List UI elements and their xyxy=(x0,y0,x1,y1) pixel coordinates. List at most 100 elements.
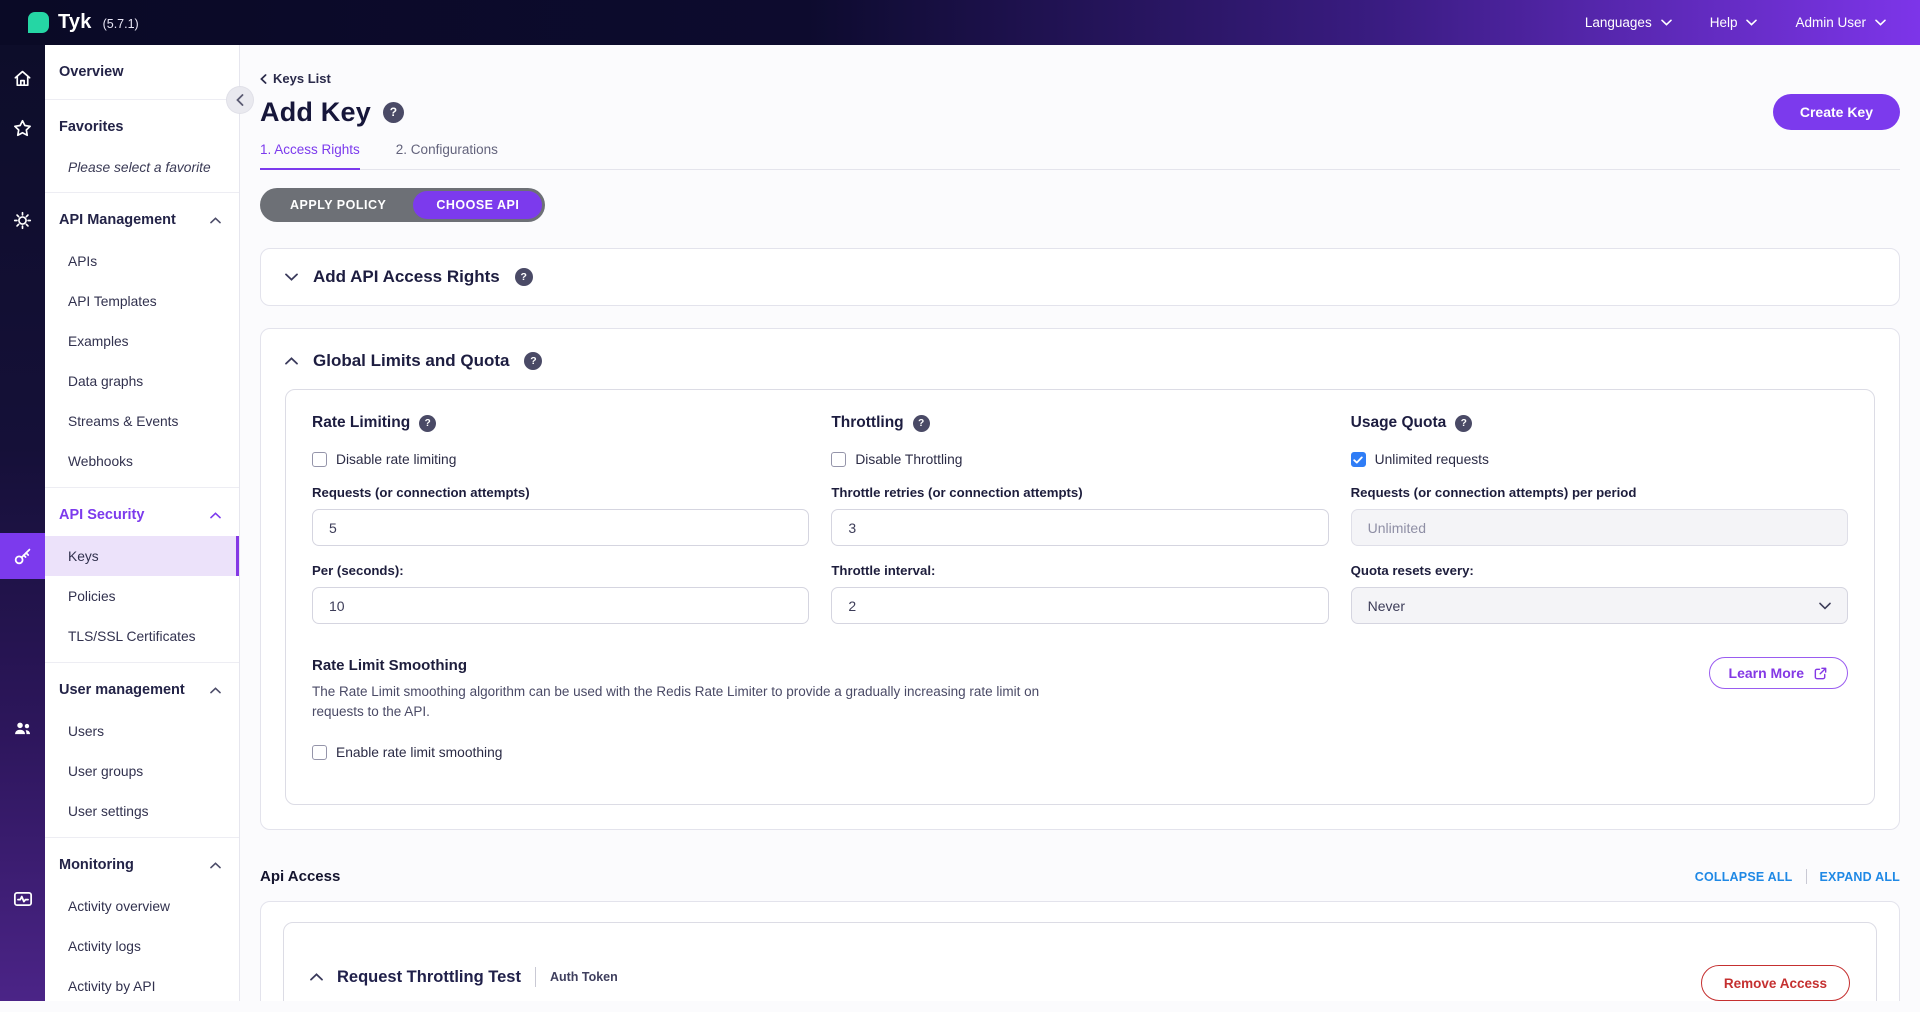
disable-rate-limiting-checkbox[interactable]: Disable rate limiting xyxy=(312,452,456,467)
sidebar-section-user-management: User management Users User groups User s… xyxy=(45,663,239,838)
api-management-gear-icon[interactable] xyxy=(0,197,45,243)
collapse-all-link[interactable]: COLLAPSE ALL xyxy=(1695,870,1793,884)
external-link-icon xyxy=(1813,666,1828,681)
sidebar-item-streams-events[interactable]: Streams & Events xyxy=(45,401,239,441)
tab-configurations[interactable]: 2. Configurations xyxy=(396,142,498,169)
sidebar-item-api-templates[interactable]: API Templates xyxy=(45,281,239,321)
sidebar-item-label: Users xyxy=(68,724,104,739)
sidebar-item-webhooks[interactable]: Webhooks xyxy=(45,441,239,481)
sidebar-group-api-security[interactable]: API Security xyxy=(45,494,239,536)
global-limits-card: Global Limits and Quota ? Rate Limiting … xyxy=(260,328,1900,830)
expand-all-link[interactable]: EXPAND ALL xyxy=(1820,870,1900,884)
admin-user-menu-label: Admin User xyxy=(1795,15,1866,30)
per-seconds-input[interactable] xyxy=(312,587,809,624)
sidebar-item-user-settings[interactable]: User settings xyxy=(45,791,239,831)
sidebar-group-api-management[interactable]: API Management xyxy=(45,199,239,241)
tyk-logo[interactable]: Tyk (5.7.1) xyxy=(28,11,139,34)
help-icon[interactable]: ? xyxy=(383,102,404,123)
column-heading: Throttling xyxy=(831,414,903,432)
rate-limit-smoothing-section: Rate Limit Smoothing The Rate Limit smoo… xyxy=(312,657,1848,760)
checkbox-unchecked[interactable] xyxy=(312,745,327,760)
help-icon[interactable]: ? xyxy=(524,352,542,370)
create-key-button[interactable]: Create Key xyxy=(1773,94,1900,130)
sidebar-item-label: APIs xyxy=(68,254,97,269)
help-menu-label: Help xyxy=(1710,15,1738,30)
chevron-up-icon[interactable] xyxy=(310,973,323,981)
disable-throttling-checkbox[interactable]: Disable Throttling xyxy=(831,452,962,467)
topbar-menus: Languages Help Admin User xyxy=(1585,15,1886,30)
sidebar-item-apis[interactable]: APIs xyxy=(45,241,239,281)
help-icon[interactable]: ? xyxy=(913,415,930,432)
sidebar-item-policies[interactable]: Policies xyxy=(45,576,239,616)
checkbox-unchecked[interactable] xyxy=(312,452,327,467)
chevron-up-icon xyxy=(210,687,221,694)
sidebar-item-label: TLS/SSL Certificates xyxy=(68,629,196,644)
checkbox-checked[interactable] xyxy=(1351,452,1366,467)
sidebar-item-overview[interactable]: Overview xyxy=(45,51,239,93)
help-icon[interactable]: ? xyxy=(515,268,533,286)
field-label: Requests (or connection attempts) xyxy=(312,485,809,500)
help-icon[interactable]: ? xyxy=(1455,415,1472,432)
remove-access-button[interactable]: Remove Access xyxy=(1701,965,1850,1001)
throttling-column: Throttling ? Disable Throttling Throttle… xyxy=(831,414,1328,641)
api-security-key-icon[interactable] xyxy=(0,533,45,579)
sidebar-item-tls-ssl-certificates[interactable]: TLS/SSL Certificates xyxy=(45,616,239,656)
sidebar-group-user-management[interactable]: User management xyxy=(45,669,239,711)
requests-input[interactable] xyxy=(312,509,809,546)
sidebar-item-data-graphs[interactable]: Data graphs xyxy=(45,361,239,401)
sidebar-section-api-management: API Management APIs API Templates Exampl… xyxy=(45,193,239,488)
chevron-down-icon[interactable] xyxy=(285,273,298,281)
sidebar-item-label: Streams & Events xyxy=(68,414,178,429)
section-title: Global Limits and Quota xyxy=(313,351,509,371)
sidebar-section-monitoring: Monitoring Activity overview Activity lo… xyxy=(45,838,239,1012)
admin-user-menu[interactable]: Admin User xyxy=(1795,15,1886,30)
choose-api-segment[interactable]: CHOOSE API xyxy=(413,191,542,219)
usage-quota-column: Usage Quota ? Unlimited requests Request… xyxy=(1351,414,1848,641)
page-title: Add Key xyxy=(260,97,371,128)
checkbox-unchecked[interactable] xyxy=(831,452,846,467)
throttle-interval-input[interactable] xyxy=(831,587,1328,624)
column-heading: Rate Limiting xyxy=(312,414,410,432)
enable-smoothing-checkbox[interactable]: Enable rate limit smoothing xyxy=(312,745,502,760)
learn-more-button[interactable]: Learn More xyxy=(1709,657,1848,689)
sidebar-section-overview: Overview xyxy=(45,45,239,100)
home-icon[interactable] xyxy=(0,55,45,101)
monitoring-icon[interactable] xyxy=(0,876,45,922)
version-label: (5.7.1) xyxy=(103,17,139,31)
breadcrumb[interactable]: Keys List xyxy=(260,71,331,86)
divider xyxy=(1806,869,1807,884)
sidebar-item-user-groups[interactable]: User groups xyxy=(45,751,239,791)
sidebar-item-activity-by-api[interactable]: Activity by API xyxy=(45,966,239,1006)
sidebar-item-label: User groups xyxy=(68,764,143,779)
help-menu[interactable]: Help xyxy=(1710,15,1758,30)
sidebar-item-keys[interactable]: Keys xyxy=(45,536,239,576)
sidebar-item-label: Data graphs xyxy=(68,374,143,389)
learn-more-label: Learn More xyxy=(1729,665,1804,681)
sidebar-group-monitoring[interactable]: Monitoring xyxy=(45,844,239,886)
divider xyxy=(535,967,536,987)
sidebar-item-label: User settings xyxy=(68,804,149,819)
quota-per-period-input xyxy=(1351,509,1848,546)
throttle-retries-input[interactable] xyxy=(831,509,1328,546)
chevron-up-icon xyxy=(210,217,221,224)
limits-inner-card: Rate Limiting ? Disable rate limiting Re… xyxy=(285,389,1875,805)
sidebar-item-favorites[interactable]: Favorites xyxy=(45,106,239,148)
tab-access-rights[interactable]: 1. Access Rights xyxy=(260,142,360,170)
help-icon[interactable]: ? xyxy=(419,415,436,432)
sidebar-item-activity-logs[interactable]: Activity logs xyxy=(45,926,239,966)
unlimited-requests-checkbox[interactable]: Unlimited requests xyxy=(1351,452,1489,467)
sidebar-item-examples[interactable]: Examples xyxy=(45,321,239,361)
sidebar-collapse-button[interactable] xyxy=(227,87,253,113)
quota-resets-select[interactable]: Never xyxy=(1351,587,1848,624)
apply-policy-segment[interactable]: APPLY POLICY xyxy=(263,191,413,219)
sidebar-group-label: User management xyxy=(59,682,185,698)
chevron-up-icon[interactable] xyxy=(285,357,298,365)
sidebar-group-label: API Management xyxy=(59,212,176,228)
sidebar-item-activity-overview[interactable]: Activity overview xyxy=(45,886,239,926)
languages-menu[interactable]: Languages xyxy=(1585,15,1672,30)
sidebar-item-label: Keys xyxy=(68,549,99,564)
sidebar-item-users[interactable]: Users xyxy=(45,711,239,751)
favorites-star-icon[interactable] xyxy=(0,105,45,151)
sidebar-item-label: Policies xyxy=(68,589,116,604)
user-management-users-icon[interactable] xyxy=(0,705,45,751)
